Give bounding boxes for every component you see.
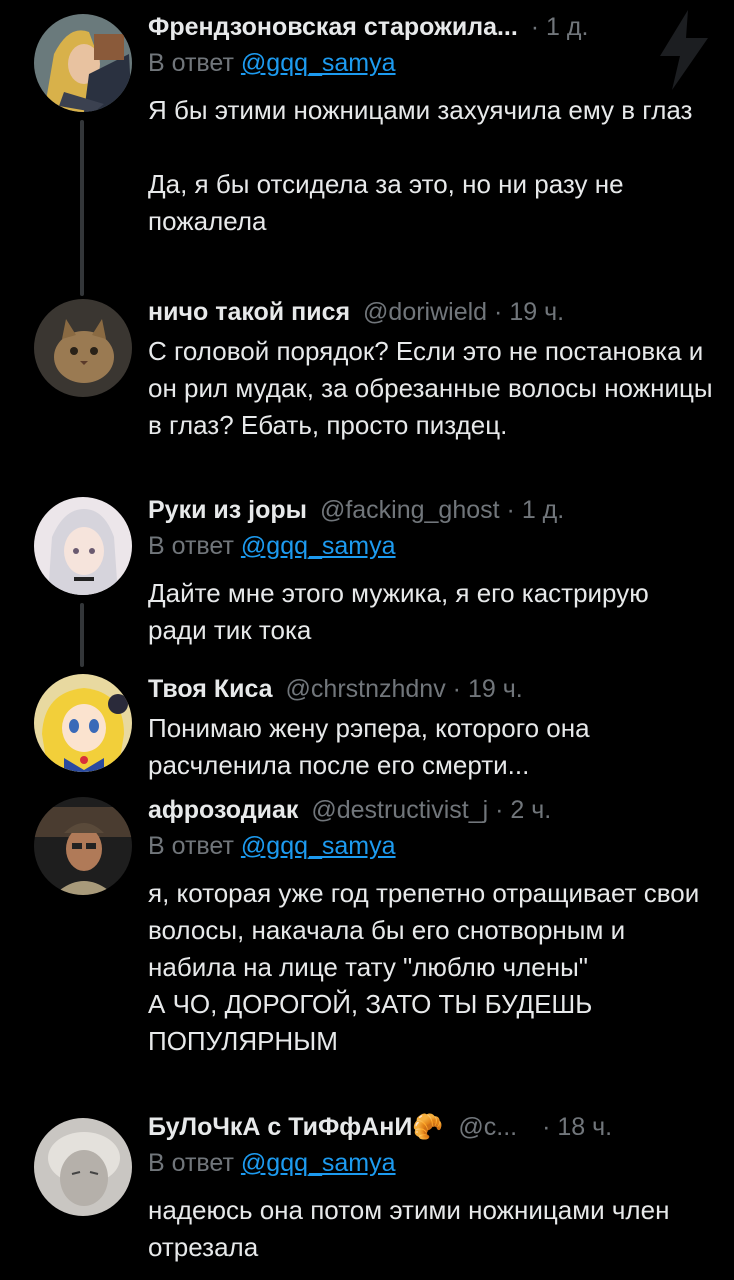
text-line [148,129,714,166]
tweet-text: я, которая уже год трепетно отращивает с… [148,875,714,1060]
tweet-text: надеюсь она потом этими ножницами член о… [148,1192,714,1266]
text-line: Дайте мне этого мужика, я его кастрирую … [148,578,656,645]
avatar-cat[interactable] [34,299,132,397]
avatar-blurred-face[interactable] [34,1118,132,1216]
display-name[interactable]: БуЛоЧкА с ТиФфАнИ🥐 [148,1113,443,1141]
timestamp[interactable]: 1 д. [522,496,564,524]
avatar-cartoon-blonde[interactable] [34,14,132,112]
display-name[interactable]: Френдзоновская старожила... [148,13,518,41]
tweet-text: Я бы этими ножницами захуячила ему в гла… [148,92,714,240]
user-handle[interactable]: @destructivist_j [311,796,488,824]
text-line: Я бы этими ножницами захуячила ему в гла… [148,95,693,125]
timestamp[interactable]: 2 ч. [510,796,551,824]
separator-dot: · [542,1113,551,1141]
timestamp[interactable]: 19 ч. [468,675,523,703]
reply-context: В ответ @gqq_samya [148,46,714,80]
display-name[interactable]: афрозодиак [148,796,298,824]
avatar-sailor-moon[interactable] [34,674,132,772]
tweet-text: Понимаю жену рэпера, которого она расчле… [148,710,714,784]
reply-context: В ответ @gqq_samya [148,829,714,863]
user-handle[interactable]: @c... [458,1113,517,1141]
timestamp[interactable]: 18 ч. [557,1113,612,1141]
reply-context: В ответ @gqq_samya [148,1146,714,1180]
reply-to-mention[interactable]: @gqq_samya [241,1149,396,1177]
reply-context: В ответ @gqq_samya [148,529,714,563]
display-name[interactable]: Твоя Киса [148,675,273,703]
user-handle[interactable]: @chrstnzhdnv [286,675,446,703]
reply-to-mention[interactable]: @gqq_samya [241,832,396,860]
timestamp[interactable]: 1 д. [546,13,588,41]
avatar-anime-girl[interactable] [34,497,132,595]
separator-dot: · [494,298,503,326]
user-handle[interactable]: @doriwield [363,298,487,326]
reply-prefix: В ответ [148,49,234,77]
display-name[interactable]: ничо такой пися [148,298,350,326]
text-line: надеюсь она потом этими ножницами член о… [148,1195,677,1262]
reply-prefix: В ответ [148,832,234,860]
reply-to-mention[interactable]: @gqq_samya [241,49,396,77]
display-name[interactable]: Руки из jоры [148,496,307,524]
separator-dot: · [530,13,540,41]
text-line: Понимаю жену рэпера, которого она расчле… [148,713,597,780]
text-line: С головой порядок? Если это не постановк… [148,336,720,440]
separator-dot: · [452,675,461,703]
avatar-man-cap[interactable] [34,797,132,895]
user-handle[interactable]: @facking_ghost [320,496,500,524]
thread-connector [80,603,84,667]
reply-prefix: В ответ [148,532,234,560]
thread-connector [80,120,84,296]
text-line: я, которая уже год трепетно отращивает с… [148,878,707,982]
tweet-text: С головой порядок? Если это не постановк… [148,333,714,444]
timestamp[interactable]: 19 ч. [509,298,564,326]
reply-prefix: В ответ [148,1149,234,1177]
tweet-text: Дайте мне этого мужика, я его кастрирую … [148,575,714,649]
reply-to-mention[interactable]: @gqq_samya [241,532,396,560]
separator-dot: · [506,496,515,524]
text-line: А ЧО, ДОРОГОЙ, ЗАТО ТЫ БУДЕШЬ ПОПУЛЯРНЫМ [148,989,600,1056]
text-line: Да, я бы отсидела за это, но ни разу не … [148,169,631,236]
separator-dot: · [495,796,504,824]
